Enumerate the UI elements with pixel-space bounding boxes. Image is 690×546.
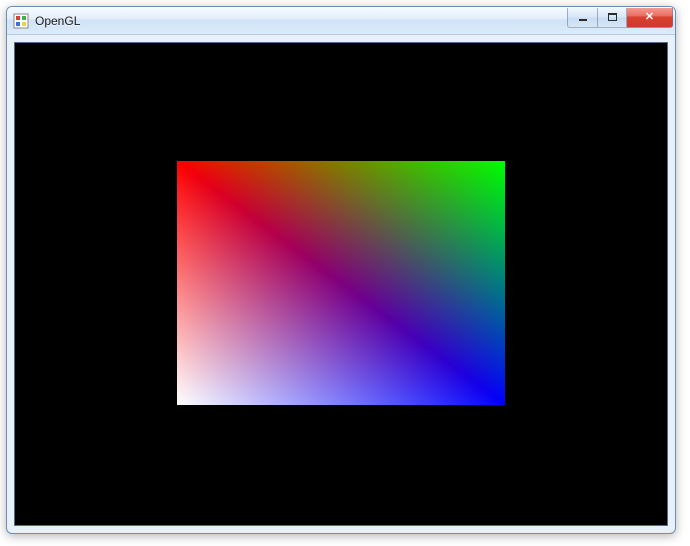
window-title: OpenGL xyxy=(35,14,567,28)
opengl-viewport xyxy=(14,42,668,526)
window-controls: ✕ xyxy=(567,8,673,28)
client-frame xyxy=(7,35,675,533)
close-icon: ✕ xyxy=(645,12,654,23)
gradient-canvas xyxy=(177,161,505,405)
app-icon xyxy=(13,13,29,29)
maximize-icon xyxy=(608,13,617,21)
close-button[interactable]: ✕ xyxy=(627,8,673,28)
window-titlebar[interactable]: OpenGL ✕ xyxy=(7,7,675,35)
app-window: OpenGL ✕ xyxy=(6,6,676,534)
maximize-button[interactable] xyxy=(597,8,627,28)
minimize-button[interactable] xyxy=(567,8,597,28)
minimize-icon xyxy=(579,19,587,21)
gradient-quad xyxy=(177,161,505,405)
